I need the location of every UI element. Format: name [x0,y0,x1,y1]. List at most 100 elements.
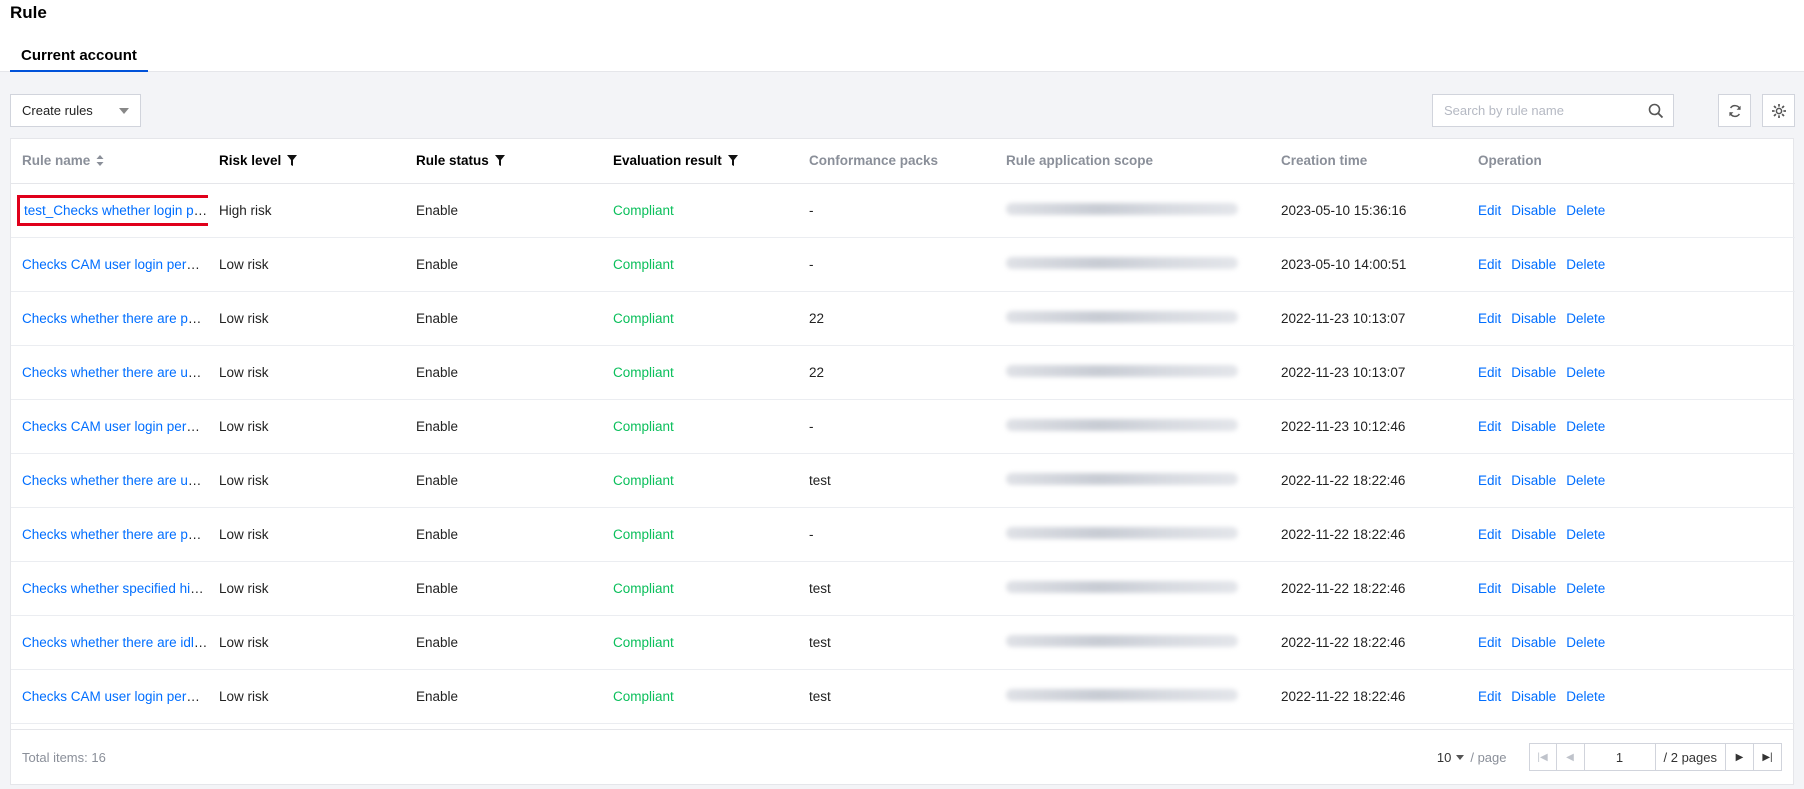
edit-link[interactable]: Edit [1478,203,1501,218]
evaluation-result-cell: Compliant [602,291,798,346]
edit-link[interactable]: Edit [1478,527,1501,542]
delete-link[interactable]: Delete [1566,635,1605,650]
operation-cell: Edit Disable Delete [1467,507,1795,562]
rule-status-cell: Enable [405,615,602,670]
settings-button[interactable] [1762,94,1795,127]
conformance-packs-cell: test [798,615,995,670]
rule-name-cell: Checks CAM user login permissions [11,399,208,454]
total-items: Total items: 16 [22,749,106,765]
delete-link[interactable]: Delete [1566,203,1605,218]
risk-level-cell: Low risk [208,291,405,346]
delete-link[interactable]: Delete [1566,365,1605,380]
operation-cell: Edit Disable Delete [1467,669,1795,724]
search-icon[interactable] [1639,95,1673,126]
conformance-packs-cell: - [798,399,995,454]
delete-link[interactable]: Delete [1566,689,1605,704]
rule-name-link[interactable]: Checks CAM user login permissions [22,257,208,272]
page-number-input[interactable] [1584,743,1655,771]
evaluation-result-cell: Compliant [602,507,798,562]
filter-icon[interactable] [287,154,298,169]
header-risk-level[interactable]: Risk level [208,139,405,184]
table-row: Checks whether specified high-risk permi… [11,561,1795,616]
rule-name-link[interactable]: Checks whether there are policies direct… [22,527,208,542]
scope-cell-redacted [995,561,1270,616]
disable-link[interactable]: Disable [1511,527,1556,542]
first-page-icon[interactable]: |◀ [1528,743,1557,771]
rule-name-link[interactable]: Checks CAM user login permissions [22,689,208,704]
table-row: Checks whether there are policies direct… [11,291,1795,346]
page-size-select[interactable]: 10 [1437,750,1465,765]
search-input[interactable] [1433,95,1639,126]
edit-link[interactable]: Edit [1478,581,1501,596]
disable-link[interactable]: Disable [1511,473,1556,488]
edit-link[interactable]: Edit [1478,419,1501,434]
rule-name-link[interactable]: Checks whether there are idle permission… [22,635,208,650]
filter-icon[interactable] [727,154,738,169]
last-page-icon[interactable]: ▶| [1754,743,1782,771]
creation-time-cell: 2023-05-10 15:36:16 [1270,183,1467,238]
edit-link[interactable]: Edit [1478,257,1501,272]
evaluation-result-cell: Compliant [602,237,798,292]
evaluation-result-cell: Compliant [602,399,798,454]
rule-name-link[interactable]: test_Checks whether login protection MFA… [17,194,208,226]
evaluation-result-cell: Compliant [602,345,798,400]
prev-page-icon[interactable]: ◀ [1556,743,1585,771]
header-creation-time: Creation time [1270,139,1467,184]
rule-name-link[interactable]: Checks whether there are user groups in … [22,365,208,380]
tab-current-account[interactable]: Current account [10,47,148,72]
rule-status-cell: Enable [405,561,602,616]
creation-time-cell: 2022-11-22 18:22:46 [1270,453,1467,508]
table-row: Checks whether there are user groups in … [11,453,1795,508]
rule-status-cell: Enable [405,507,602,562]
rule-name-cell: Checks whether specified high-risk permi… [11,561,208,616]
header-rule-application-scope: Rule application scope [995,139,1270,184]
disable-link[interactable]: Disable [1511,419,1556,434]
disable-link[interactable]: Disable [1511,689,1556,704]
edit-link[interactable]: Edit [1478,635,1501,650]
edit-link[interactable]: Edit [1478,473,1501,488]
filter-icon[interactable] [494,154,505,169]
edit-link[interactable]: Edit [1478,689,1501,704]
scope-cell-redacted [995,237,1270,292]
disable-link[interactable]: Disable [1511,365,1556,380]
scope-cell-redacted [995,669,1270,724]
risk-level-cell: Low risk [208,345,405,400]
rule-status-cell: Enable [405,237,602,292]
operation-cell: Edit Disable Delete [1467,345,1795,400]
delete-link[interactable]: Delete [1566,419,1605,434]
sort-icon[interactable] [96,154,104,169]
header-rule-name[interactable]: Rule name [11,139,208,184]
table-row: test_Checks whether login protection MFA… [11,183,1795,238]
table-row: Checks whether there are policies direct… [11,507,1795,562]
refresh-button[interactable] [1718,94,1751,127]
rule-name-link[interactable]: Checks CAM user login permissions [22,419,208,434]
conformance-packs-cell: 22 [798,345,995,400]
next-page-icon[interactable]: ▶ [1726,743,1754,771]
operation-cell: Edit Disable Delete [1467,561,1795,616]
scope-cell-redacted [995,183,1270,238]
header-conformance-packs: Conformance packs [798,139,995,184]
rule-name-link[interactable]: Checks whether specified high-risk permi… [22,581,208,596]
edit-link[interactable]: Edit [1478,365,1501,380]
create-rules-dropdown[interactable]: Create rules [10,94,141,127]
edit-link[interactable]: Edit [1478,311,1501,326]
disable-link[interactable]: Disable [1511,581,1556,596]
redacted-blur [1006,310,1238,323]
disable-link[interactable]: Disable [1511,635,1556,650]
delete-link[interactable]: Delete [1566,311,1605,326]
disable-link[interactable]: Disable [1511,257,1556,272]
delete-link[interactable]: Delete [1566,581,1605,596]
disable-link[interactable]: Disable [1511,203,1556,218]
risk-level-cell: Low risk [208,561,405,616]
delete-link[interactable]: Delete [1566,473,1605,488]
header-evaluation-result[interactable]: Evaluation result [602,139,798,184]
header-rule-status[interactable]: Rule status [405,139,602,184]
delete-link[interactable]: Delete [1566,257,1605,272]
delete-link[interactable]: Delete [1566,527,1605,542]
rule-name-link[interactable]: Checks whether there are policies direct… [22,311,208,326]
rules-table: Rule name Risk level Rule status Evaluat… [11,139,1795,724]
rule-name-link[interactable]: Checks whether there are user groups in … [22,473,208,488]
operation-cell: Edit Disable Delete [1467,237,1795,292]
disable-link[interactable]: Disable [1511,311,1556,326]
search-box [1432,94,1674,127]
